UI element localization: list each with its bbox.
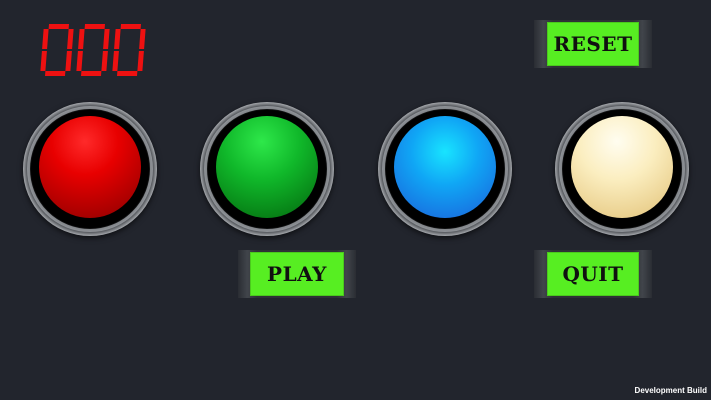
digit-1-segment-a [84,24,105,29]
red-lamp-button[interactable] [23,102,157,236]
red-lamp [39,116,141,218]
score-display: 000 [38,22,148,80]
digit-0-segment-b [67,29,74,49]
digit-0-segment-d [45,71,66,76]
digit-0-segment-c [65,51,72,71]
digit-0-segment-f [42,29,49,49]
digit-2-segment-c [137,51,144,71]
yellow-lamp [571,116,673,218]
digit-1-segment-f [78,29,85,49]
quit-button-label: QUIT [547,252,639,296]
digit-2-segment-a [120,24,141,29]
digit-1-segment-d [81,71,102,76]
digit-0-segment-a [48,24,69,29]
digit-1-segment-c [101,51,108,71]
play-button-label: PLAY [250,252,344,296]
quit-button[interactable]: QUIT [534,250,652,298]
score-digits [40,24,146,76]
yellow-lamp-button[interactable] [555,102,689,236]
digit-0-segment-e [40,51,47,71]
green-lamp [216,116,318,218]
digit-1-segment-e [76,51,83,71]
digit-2-segment-d [117,71,138,76]
digit-2-segment-f [114,29,121,49]
digit-1-segment-b [103,29,110,49]
green-lamp-button[interactable] [200,102,334,236]
development-build-label: Development Build [634,386,707,395]
play-button[interactable]: PLAY [238,250,356,298]
blue-lamp-button[interactable] [378,102,512,236]
reset-button-label: RESET [547,22,639,66]
digit-2-segment-b [139,29,146,49]
digit-2-segment-e [112,51,119,71]
reset-button[interactable]: RESET [534,20,652,68]
blue-lamp [394,116,496,218]
